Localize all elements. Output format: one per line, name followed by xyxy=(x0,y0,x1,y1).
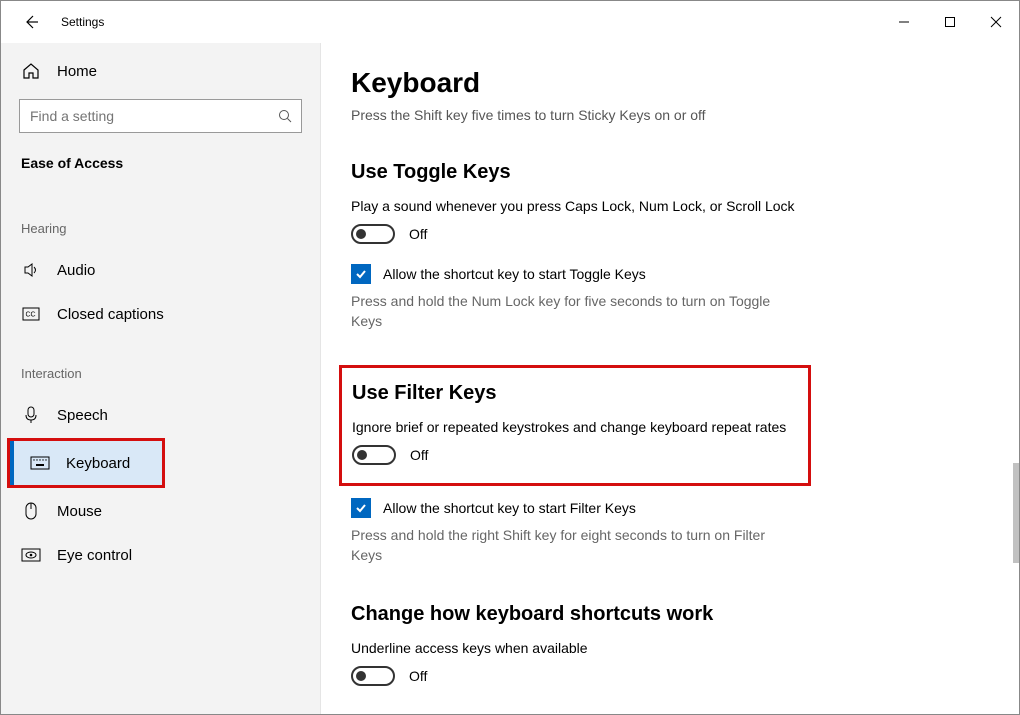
sidebar-item-audio[interactable]: Audio xyxy=(1,248,320,292)
sidebar-item-keyboard[interactable]: Keyboard xyxy=(10,441,162,485)
sidebar-item-label: Audio xyxy=(57,262,95,279)
sidebar-section-title: Ease of Access xyxy=(1,149,320,191)
sidebar-item-mouse[interactable]: Mouse xyxy=(1,489,320,533)
sidebar: Home Ease of Access Hearing Audio CC Clo… xyxy=(1,43,321,714)
section-desc: Ignore brief or repeated keystrokes and … xyxy=(352,419,798,435)
maximize-button[interactable] xyxy=(927,1,973,43)
eye-control-icon xyxy=(21,545,41,565)
sidebar-item-label: Mouse xyxy=(57,503,102,520)
sidebar-item-closed-captions[interactable]: CC Closed captions xyxy=(1,292,320,336)
sidebar-home[interactable]: Home xyxy=(1,51,320,91)
checkbox-row: Allow the shortcut key to start Filter K… xyxy=(351,498,989,518)
checkbox-row: Allow the shortcut key to start Toggle K… xyxy=(351,264,989,284)
filter-keys-toggle[interactable] xyxy=(352,445,396,465)
checkbox-label: Allow the shortcut key to start Filter K… xyxy=(383,500,636,516)
svg-text:CC: CC xyxy=(26,312,36,319)
content: Keyboard Press the Shift key five times … xyxy=(321,43,1019,714)
sidebar-item-label: Eye control xyxy=(57,547,132,564)
keyboard-icon xyxy=(30,453,50,473)
search-icon xyxy=(269,109,301,123)
toggle-state: Off xyxy=(409,226,427,242)
audio-icon xyxy=(21,260,41,280)
titlebar: Settings xyxy=(1,1,1019,43)
sidebar-home-label: Home xyxy=(57,63,97,80)
sidebar-item-label: Speech xyxy=(57,407,108,424)
highlight-keyboard: Keyboard xyxy=(7,438,165,488)
section-heading: Change how keyboard shortcuts work xyxy=(351,603,989,626)
group-hearing: Hearing xyxy=(1,191,320,248)
section-heading: Use Filter Keys xyxy=(352,382,798,405)
sidebar-item-label: Keyboard xyxy=(66,455,130,472)
toggle-row: Off xyxy=(351,666,989,686)
scrollbar-thumb[interactable] xyxy=(1013,463,1019,563)
toggle-keys-shortcut-checkbox[interactable] xyxy=(351,264,371,284)
window-controls xyxy=(881,1,1019,43)
toggle-row: Off xyxy=(352,445,798,465)
close-button[interactable] xyxy=(973,1,1019,43)
highlight-filter-keys: Use Filter Keys Ignore brief or repeated… xyxy=(339,365,811,486)
underline-access-keys-toggle[interactable] xyxy=(351,666,395,686)
mic-icon xyxy=(21,405,41,425)
toggle-row: Off xyxy=(351,224,989,244)
section-hint: Press and hold the right Shift key for e… xyxy=(351,526,791,565)
page-title: Keyboard xyxy=(351,67,989,99)
back-button[interactable] xyxy=(19,10,43,34)
layout: Home Ease of Access Hearing Audio CC Clo… xyxy=(1,43,1019,714)
toggle-state: Off xyxy=(410,447,428,463)
search-input[interactable] xyxy=(20,108,269,124)
group-interaction: Interaction xyxy=(1,336,320,393)
sidebar-item-eye-control[interactable]: Eye control xyxy=(1,533,320,577)
sidebar-item-speech[interactable]: Speech xyxy=(1,393,320,437)
home-icon xyxy=(21,61,41,81)
section-desc: Play a sound whenever you press Caps Loc… xyxy=(351,198,989,214)
mouse-icon xyxy=(21,501,41,521)
section-desc: Underline access keys when available xyxy=(351,640,989,656)
search-box[interactable] xyxy=(19,99,302,133)
section-shortcuts: Change how keyboard shortcuts work Under… xyxy=(351,603,989,686)
page-subtitle: Press the Shift key five times to turn S… xyxy=(351,107,989,123)
section-heading: Use Toggle Keys xyxy=(351,161,989,184)
checkbox-label: Allow the shortcut key to start Toggle K… xyxy=(383,266,646,282)
toggle-state: Off xyxy=(409,668,427,684)
minimize-button[interactable] xyxy=(881,1,927,43)
filter-keys-shortcut-checkbox[interactable] xyxy=(351,498,371,518)
section-hint: Press and hold the Num Lock key for five… xyxy=(351,292,791,331)
sidebar-item-label: Closed captions xyxy=(57,306,164,323)
section-toggle-keys: Use Toggle Keys Play a sound whenever yo… xyxy=(351,161,989,331)
toggle-keys-toggle[interactable] xyxy=(351,224,395,244)
closed-captions-icon: CC xyxy=(21,304,41,324)
window-title: Settings xyxy=(61,15,104,29)
